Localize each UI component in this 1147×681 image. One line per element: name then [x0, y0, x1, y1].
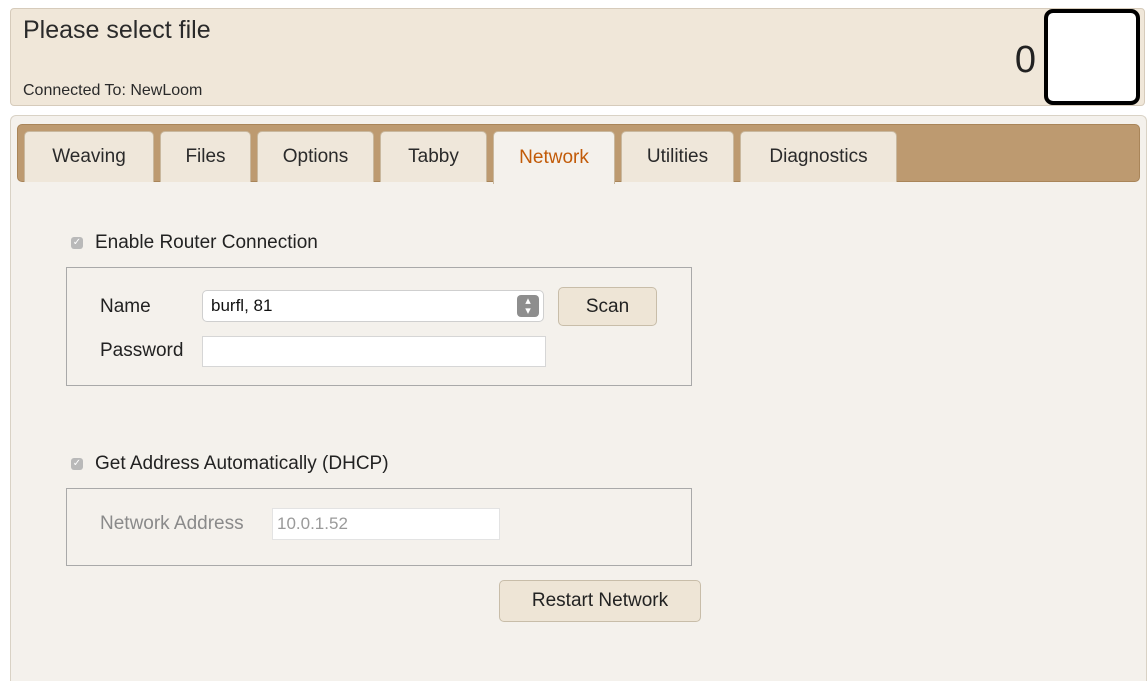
- pick-indicator-box: [1044, 9, 1140, 105]
- enable-router-row[interactable]: ✓ Enable Router Connection: [71, 232, 318, 254]
- name-label: Name: [100, 296, 151, 317]
- tab-bar: Weaving Files Options Tabby Network Util…: [17, 124, 1140, 184]
- network-name-select[interactable]: burfl, 81 ▴ ▾: [202, 290, 544, 322]
- enable-router-checkbox[interactable]: ✓: [71, 237, 83, 249]
- password-field[interactable]: [202, 336, 546, 367]
- connection-status: Connected To: NewLoom: [23, 82, 203, 99]
- enable-router-label: Enable Router Connection: [95, 232, 318, 253]
- tab-files[interactable]: Files: [160, 131, 251, 182]
- status-title: Please select file: [23, 16, 211, 44]
- tab-tabby[interactable]: Tabby: [380, 131, 487, 182]
- tab-diagnostics[interactable]: Diagnostics: [740, 131, 897, 182]
- password-label: Password: [100, 340, 184, 361]
- restart-network-button[interactable]: Restart Network: [499, 580, 701, 622]
- router-fieldset: Name burfl, 81 ▴ ▾ Scan Password: [66, 267, 692, 386]
- tab-weaving[interactable]: Weaving: [24, 131, 154, 182]
- dhcp-checkbox[interactable]: ✓: [71, 458, 83, 470]
- network-name-value: burfl, 81: [211, 296, 273, 315]
- main-panel: Weaving Files Options Tabby Network Util…: [10, 115, 1147, 681]
- network-address-label: Network Address: [100, 513, 244, 534]
- dhcp-row[interactable]: ✓ Get Address Automatically (DHCP): [71, 453, 389, 475]
- select-chevron-icon: ▴ ▾: [517, 295, 539, 317]
- scan-button[interactable]: Scan: [558, 287, 657, 326]
- network-address-field: 10.0.1.52: [272, 508, 500, 540]
- tab-options[interactable]: Options: [257, 131, 374, 182]
- dhcp-label: Get Address Automatically (DHCP): [95, 453, 389, 474]
- tab-utilities[interactable]: Utilities: [621, 131, 734, 182]
- tab-network[interactable]: Network: [493, 131, 615, 184]
- pick-counter: 0: [1014, 39, 1036, 81]
- status-header: Please select file Connected To: NewLoom…: [10, 8, 1145, 106]
- address-fieldset: Network Address 10.0.1.52: [66, 488, 692, 566]
